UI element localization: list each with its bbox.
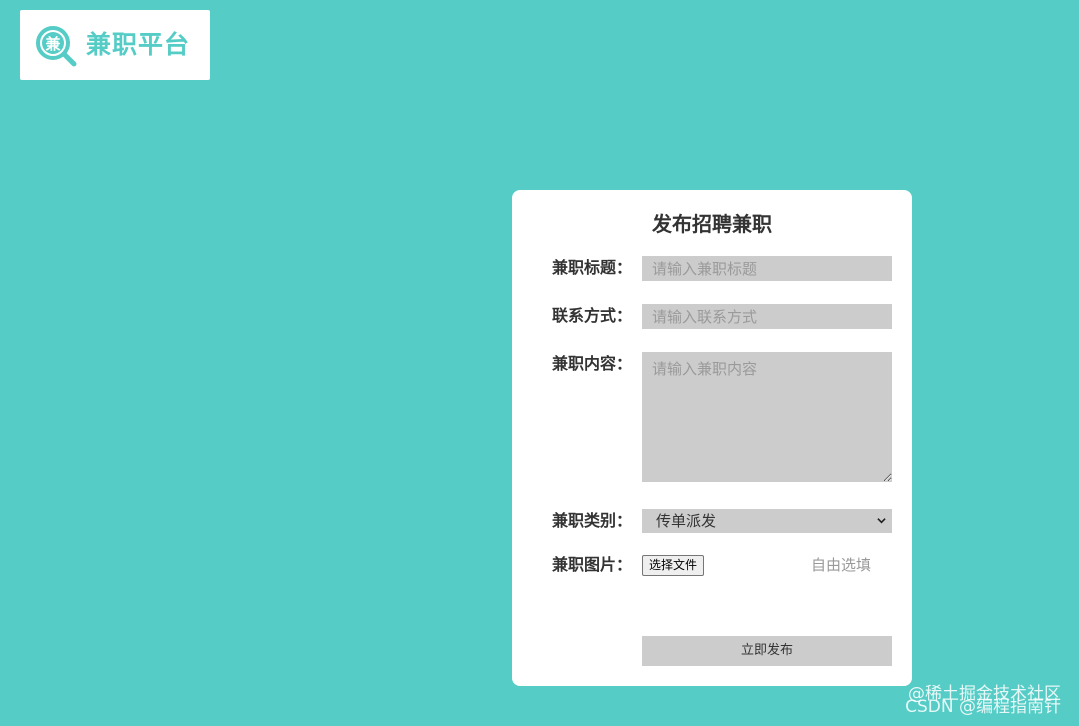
job-category-select[interactable]: 传单派发 — [642, 509, 892, 533]
publish-button[interactable]: 立即发布 — [642, 636, 892, 666]
optional-hint: 自由选填 — [811, 556, 872, 574]
watermark-csdn: CSDN @编程指南针 — [905, 697, 1061, 717]
logo-text: 兼职平台 — [86, 30, 191, 59]
job-title-label: 兼职标题： — [552, 258, 633, 277]
form-title: 发布招聘兼职 — [652, 212, 772, 236]
contact-input[interactable] — [642, 304, 892, 329]
job-image-label: 兼职图片： — [552, 555, 633, 574]
job-title-input[interactable] — [642, 256, 892, 281]
choose-file-button[interactable]: 选择文件 — [642, 555, 705, 576]
job-content-textarea[interactable] — [642, 352, 892, 482]
logo-icon-char: 兼 — [45, 35, 61, 53]
contact-label: 联系方式： — [552, 306, 633, 325]
job-category-selected: 传单派发 — [656, 512, 717, 530]
logo[interactable]: 兼 兼职平台 — [20, 10, 210, 80]
job-category-label: 兼职类别： — [552, 511, 633, 530]
magnifier-logo-icon: 兼 — [36, 26, 77, 67]
job-content-label: 兼职内容： — [552, 354, 633, 373]
chevron-down-icon — [877, 518, 886, 524]
publish-job-form: 发布招聘兼职 兼职标题： 联系方式： 兼职内容： 兼职类别： 传单派发 兼职图片… — [512, 190, 912, 686]
